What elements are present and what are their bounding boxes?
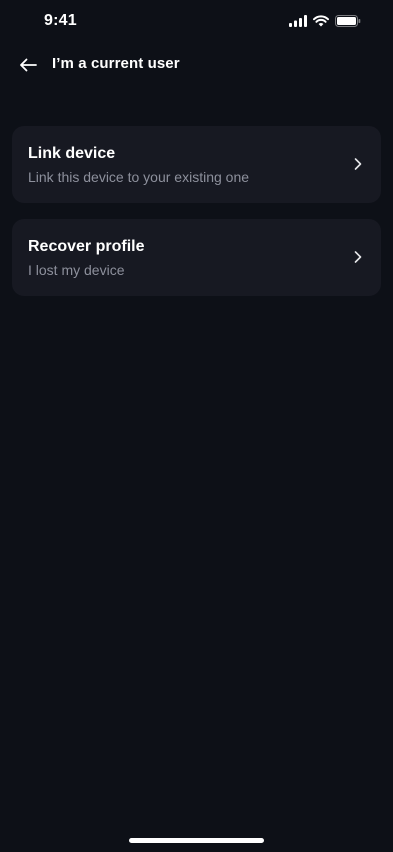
wifi-icon (313, 15, 329, 27)
cellular-signal-icon (289, 15, 307, 27)
chevron-right-icon (353, 156, 363, 172)
link-device-option[interactable]: Link device Link this device to your exi… (12, 126, 381, 203)
screen: 9:41 I’m a current user Link device Link… (0, 0, 393, 852)
status-bar: 9:41 (0, 0, 393, 44)
arrow-left-icon (19, 58, 37, 72)
home-indicator (129, 838, 264, 843)
status-time: 9:41 (44, 12, 77, 29)
option-title: Recover profile (28, 238, 145, 255)
header: I’m a current user (0, 44, 393, 86)
recover-profile-option[interactable]: Recover profile I lost my device (12, 219, 381, 296)
option-subtitle: Link this device to your existing one (28, 169, 250, 185)
back-button[interactable] (16, 53, 40, 77)
option-title: Link device (28, 145, 116, 162)
battery-icon (335, 15, 361, 27)
chevron-right-icon (353, 249, 363, 265)
status-icons (289, 15, 361, 27)
option-subtitle: I lost my device (28, 262, 125, 278)
page-title: I’m a current user (52, 55, 180, 72)
